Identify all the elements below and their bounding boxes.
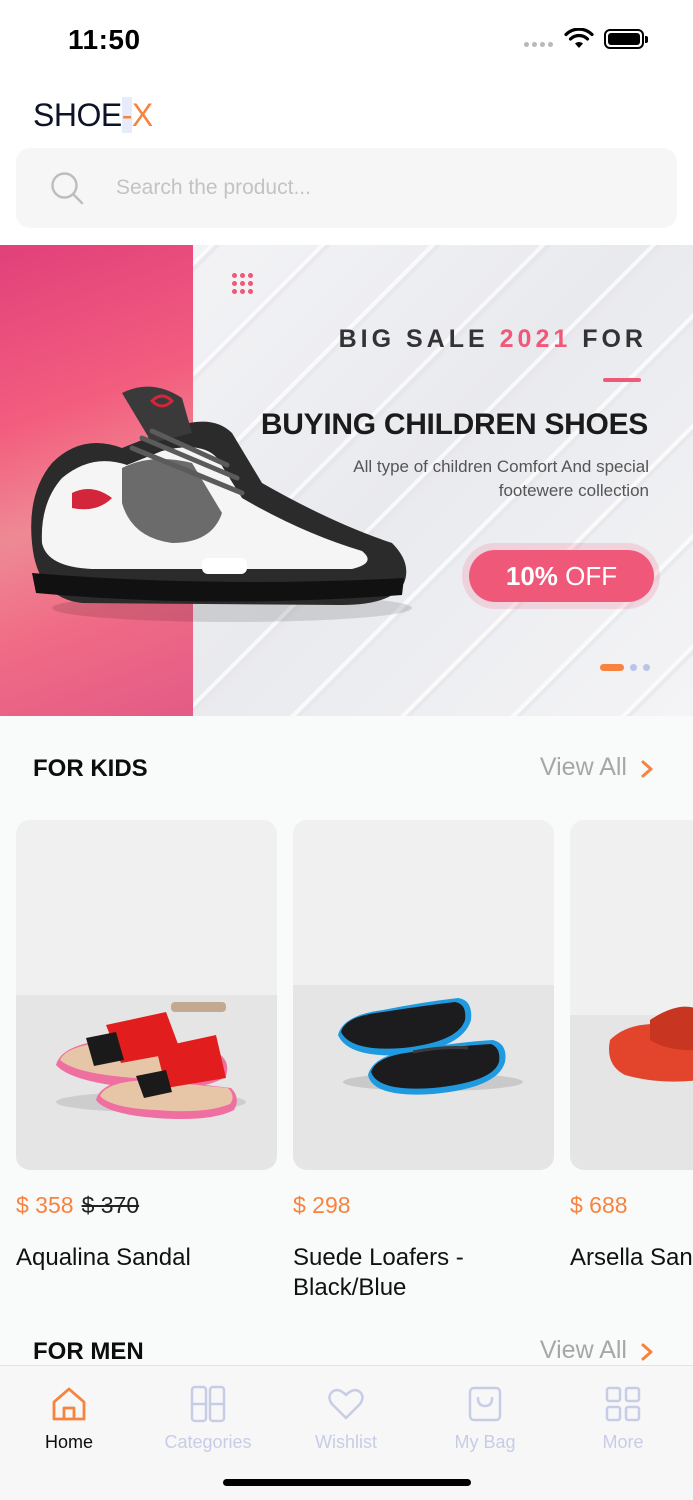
view-all-link[interactable]: View All	[540, 753, 627, 782]
tab-label: My Bag	[454, 1432, 516, 1452]
product-image[interactable]	[293, 820, 554, 1170]
pager-dot[interactable]	[643, 664, 650, 671]
tab-categories[interactable]: Categories	[153, 1384, 263, 1453]
bag-icon	[468, 1386, 502, 1422]
section-title: FOR MEN	[33, 1338, 144, 1365]
heart-icon	[328, 1388, 364, 1420]
header: SHOE-X	[0, 80, 693, 245]
product-price: $ 688	[570, 1192, 628, 1218]
banner-pager[interactable]	[600, 664, 650, 671]
banner-divider	[603, 378, 641, 382]
product-card[interactable]: $ 688 Arsella Sandal	[570, 820, 693, 1273]
sandal-image	[609, 1006, 693, 1082]
search-bar[interactable]	[16, 148, 677, 228]
product-name[interactable]: Suede Loafers - Black/Blue	[293, 1243, 554, 1303]
chevron-right-icon[interactable]	[639, 759, 655, 779]
grid-icon	[605, 1386, 641, 1422]
pager-dot-active[interactable]	[600, 664, 624, 671]
status-bar: 11:50	[0, 0, 693, 80]
loafer-image	[338, 998, 523, 1095]
tab-wishlist[interactable]: Wishlist	[291, 1384, 401, 1453]
home-indicator[interactable]	[223, 1479, 471, 1486]
product-price: $ 358 $ 370	[16, 1192, 140, 1218]
offer-button[interactable]: 10% OFF	[469, 550, 654, 602]
categories-icon	[190, 1385, 226, 1423]
section-title: FOR KIDS	[33, 755, 148, 782]
tab-label: Wishlist	[315, 1432, 377, 1452]
tab-label: More	[602, 1432, 644, 1452]
status-time: 11:50	[68, 24, 141, 55]
product-name[interactable]: Arsella Sandal	[570, 1243, 693, 1273]
sandal-image	[56, 1002, 246, 1119]
app-logo: SHOE-X	[33, 97, 153, 133]
wifi-icon	[564, 28, 594, 48]
view-all-link[interactable]: View All	[540, 1336, 627, 1365]
sneaker-image	[31, 386, 412, 622]
section-header-kids: FOR KIDS View All	[0, 745, 693, 795]
product-name[interactable]: Aqualina Sandal	[16, 1243, 277, 1273]
banner-kicker: BIG SALE 2021 FOR	[338, 325, 647, 353]
pager-dot[interactable]	[630, 664, 637, 671]
tab-my-bag[interactable]: My Bag	[430, 1384, 540, 1453]
product-image[interactable]	[16, 820, 277, 1170]
tab-home[interactable]: Home	[14, 1384, 124, 1453]
tab-more[interactable]: More	[568, 1384, 678, 1453]
chevron-right-icon[interactable]	[639, 1342, 655, 1362]
search-icon	[51, 172, 84, 205]
battery-icon	[604, 29, 648, 49]
product-card[interactable]: $ 298 Suede Loafers - Black/Blue	[293, 820, 554, 1303]
product-image[interactable]	[570, 820, 693, 1170]
tab-label: Home	[44, 1432, 93, 1452]
home-icon	[52, 1387, 86, 1421]
product-price: $ 298	[293, 1192, 351, 1218]
signal-icon	[524, 42, 553, 47]
dots-decoration-icon	[232, 273, 253, 294]
product-carousel[interactable]: $ 358 $ 370 Aqualina Sandal $ 298 Suede L…	[0, 820, 693, 1310]
promo-banner[interactable]: BIG SALE 2021 FOR BUYING CHILDREN SHOES …	[0, 245, 693, 716]
tab-label: Categories	[164, 1432, 252, 1452]
product-card[interactable]: $ 358 $ 370 Aqualina Sandal	[16, 820, 277, 1273]
search-input[interactable]	[116, 166, 636, 210]
product-old-price: $ 370	[81, 1192, 140, 1218]
